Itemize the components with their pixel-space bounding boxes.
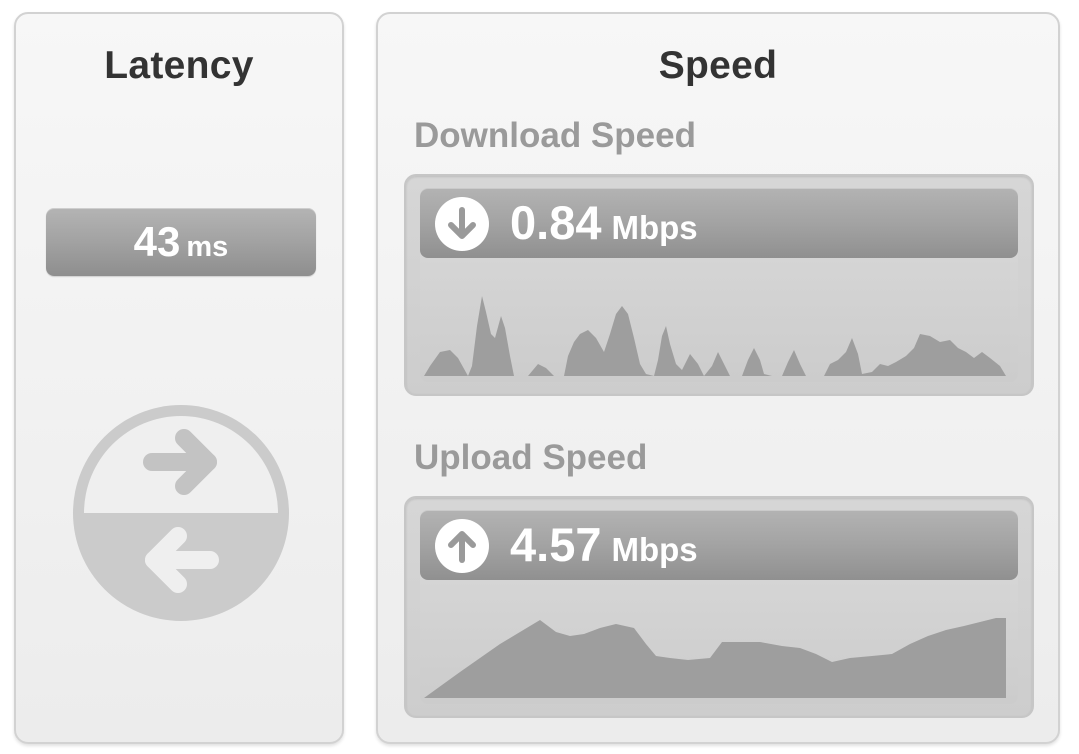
speed-panel: Speed Download Speed 0.84 Mbps Upload Spe… [376,12,1060,744]
upload-arrow-icon [435,519,489,573]
download-speed-label: Download Speed [414,116,696,155]
latency-panel: Latency 43 ms [14,12,344,744]
latency-value: 43 [133,218,181,265]
upload-speed-label: Upload Speed [414,438,648,477]
upload-value-bar: 4.57 Mbps [420,510,1018,580]
latency-unit: ms [186,231,229,263]
upload-meter-inner: 4.57 Mbps [420,510,1018,704]
upload-meter: 4.57 Mbps [404,496,1034,718]
download-value-unit: Mbps [611,209,698,246]
speed-title: Speed [658,44,778,87]
latency-value-badge: 43 ms [46,208,316,276]
download-value-bar: 0.84 Mbps [420,188,1018,258]
upload-value-number: 4.57 [510,518,602,571]
download-meter: 0.84 Mbps [404,174,1034,396]
download-value-number: 0.84 [510,196,602,249]
download-arrow-icon [435,197,489,251]
upload-value-unit: Mbps [611,531,698,568]
upload-value: 4.57 Mbps [510,510,698,592]
download-value: 0.84 Mbps [510,188,698,270]
latency-title: Latency [104,44,254,87]
download-meter-inner: 0.84 Mbps [420,188,1018,382]
latency-arrows-icon [73,405,289,621]
